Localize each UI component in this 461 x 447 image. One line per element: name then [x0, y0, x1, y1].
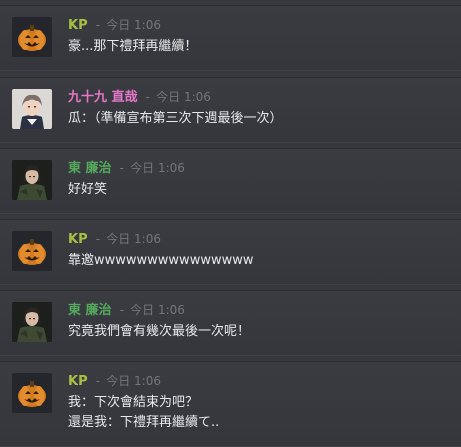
message-line: 還是我：下禮拜再繼續て.. [68, 415, 220, 430]
message-text: 靠邀wwwwwwwwwwwwwww [68, 251, 254, 271]
author-name[interactable]: KP [68, 232, 88, 247]
timestamp: 今日 1:06 [106, 18, 161, 32]
message-line: 靠邀wwwwwwwwwwwwwww [68, 253, 254, 268]
soldier-avatar[interactable] [12, 160, 52, 200]
header-separator: - [145, 90, 151, 104]
pumpkin-avatar[interactable] [12, 373, 52, 413]
chat-log: KP - 今日 1:06 豪...那下禮拜再繼續！ 九十九 直哉 - 今日 1:… [0, 0, 461, 447]
message-text: 瓜：（準備宣布第三次下週最後一次） [68, 109, 283, 129]
timestamp: 今日 1:06 [130, 161, 185, 175]
message-line: 瓜：（準備宣布第三次下週最後一次） [68, 111, 283, 126]
timestamp: 今日 1:06 [130, 303, 185, 317]
author-name[interactable]: KP [68, 18, 88, 33]
header-separator: - [119, 303, 125, 317]
header-separator: - [95, 374, 101, 388]
chat-message: 九十九 直哉 - 今日 1:06 瓜：（準備宣布第三次下週最後一次） [0, 77, 461, 143]
message-line: 好好笑 [68, 182, 108, 197]
message-line: 究竟我們會有幾次最後一次呢！ [68, 324, 251, 339]
pumpkin-avatar[interactable] [12, 17, 52, 57]
timestamp: 今日 1:06 [106, 374, 161, 388]
chat-message: 東 廉治 - 今日 1:06 好好笑 [0, 148, 461, 214]
timestamp: 今日 1:06 [156, 90, 211, 104]
author-name[interactable]: 東 廉治 [68, 161, 112, 176]
timestamp: 今日 1:06 [106, 232, 161, 246]
header-separator: - [95, 232, 101, 246]
header-separator: - [119, 161, 125, 175]
message-text: 究竟我們會有幾次最後一次呢！ [68, 322, 250, 342]
header-separator: - [95, 18, 101, 32]
message-line: 我：下次會結束为吧？ [68, 395, 199, 410]
message-text: 好好笑 [68, 180, 107, 200]
chat-message: KP - 今日 1:06 靠邀wwwwwwwwwwwwwww [0, 219, 461, 285]
author-name[interactable]: 九十九 直哉 [68, 90, 138, 105]
chat-message: KP - 今日 1:06 豪...那下禮拜再繼續！ [0, 5, 461, 71]
author-name[interactable]: KP [68, 374, 88, 389]
chat-message: 東 廉治 - 今日 1:06 究竟我們會有幾次最後一次呢！ [0, 290, 461, 356]
gray-hair-boy-avatar[interactable] [12, 89, 52, 129]
message-line: 豪...那下禮拜再繼續！ [68, 39, 198, 54]
soldier-avatar[interactable] [12, 302, 52, 342]
chat-message: KP - 今日 1:06 我：下次會結束为吧？ 還是我：下禮拜再繼續て.. [0, 361, 461, 447]
message-text: 豪...那下禮拜再繼續！ [68, 37, 197, 57]
author-name[interactable]: 東 廉治 [68, 303, 112, 318]
message-text: 我：下次會結束为吧？ 還是我：下禮拜再繼續て.. [68, 393, 219, 433]
pumpkin-avatar[interactable] [12, 231, 52, 271]
